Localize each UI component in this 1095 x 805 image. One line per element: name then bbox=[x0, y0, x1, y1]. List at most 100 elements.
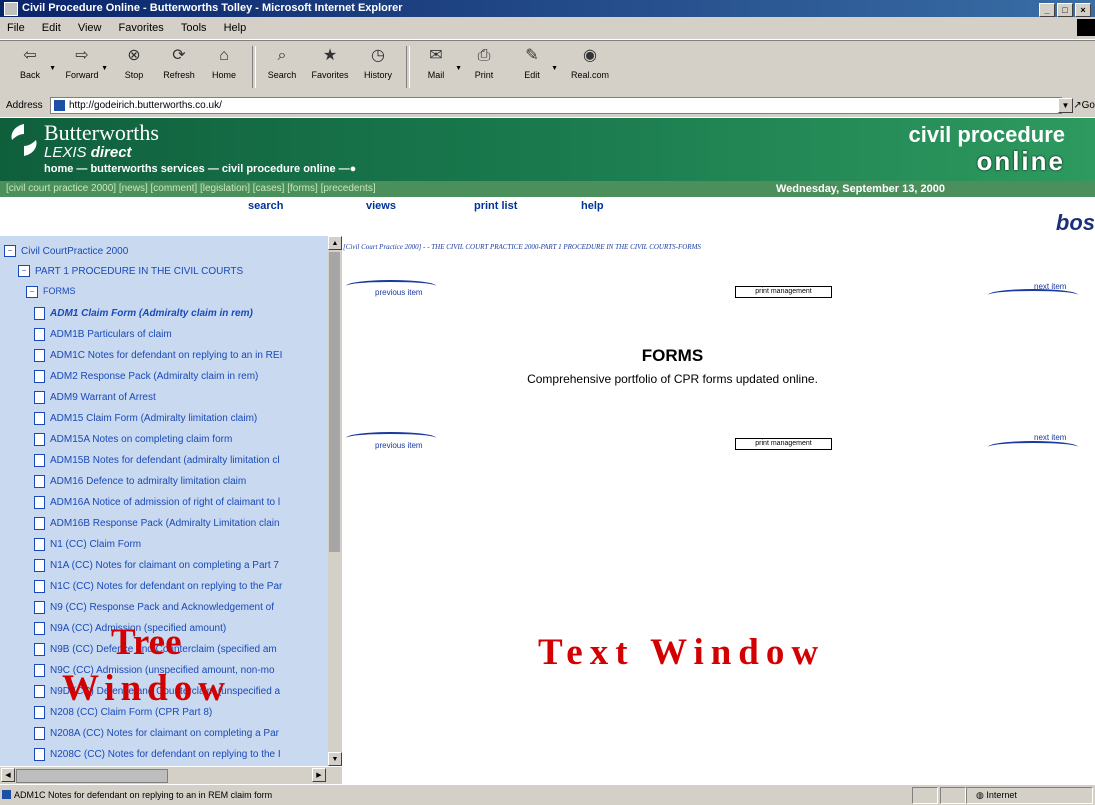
menu-help[interactable]: Help bbox=[224, 22, 247, 34]
product-title-line2: online bbox=[976, 146, 1065, 176]
tree-item-n208a[interactable]: N208A (CC) Notes for claimant on complet… bbox=[34, 724, 279, 743]
realcom-button[interactable]: ◉ Real.com bbox=[566, 45, 614, 80]
tree-horizontal-scrollbar[interactable]: ◀ ▶ bbox=[0, 767, 342, 784]
content-breadcrumb[interactable]: [Civil Court Practice 2000] - - THE CIVI… bbox=[343, 243, 701, 251]
tree-item-adm1[interactable]: ADM1 Claim Form (Admiralty claim in rem) bbox=[34, 304, 253, 323]
refresh-button[interactable]: ⟳ Refresh bbox=[155, 45, 203, 80]
lexis-direct-logo[interactable]: LEXIS direct bbox=[44, 144, 132, 161]
tree-item-civil-court-practice[interactable]: − Civil CourtPractice 2000 bbox=[4, 242, 128, 261]
document-icon bbox=[34, 558, 45, 572]
print-management-button-bottom[interactable]: print management bbox=[735, 438, 832, 450]
refresh-icon: ⟳ bbox=[172, 47, 186, 64]
page-icon bbox=[54, 100, 65, 111]
tree-item-adm16b[interactable]: ADM16B Response Pack (Admiralty Limitati… bbox=[34, 514, 280, 533]
forward-arrow-icon: ⇨ bbox=[75, 47, 89, 64]
menu-file[interactable]: File bbox=[7, 22, 25, 34]
close-button[interactable]: × bbox=[1075, 3, 1091, 17]
next-item-decoration bbox=[988, 441, 1078, 453]
document-icon bbox=[34, 390, 45, 404]
scroll-thumb[interactable] bbox=[329, 252, 340, 552]
tree-item-n208c[interactable]: N208C (CC) Notes for defendant on replyi… bbox=[34, 745, 281, 764]
menu-bar: File Edit View Favorites Tools Help bbox=[0, 17, 1095, 40]
tree-item-n1[interactable]: N1 (CC) Claim Form bbox=[34, 535, 141, 554]
breadcrumb[interactable]: home — butterworths services — civil pro… bbox=[44, 163, 356, 175]
document-icon bbox=[34, 432, 45, 446]
search-link[interactable]: search bbox=[248, 200, 283, 212]
forward-button[interactable]: ⇨ Forward ▼ bbox=[58, 45, 108, 80]
address-dropdown-button[interactable]: ▼ bbox=[1058, 98, 1073, 113]
address-bar: Address http://godeirich.butterworths.co… bbox=[0, 94, 1095, 117]
home-button[interactable]: ⌂ Home bbox=[200, 45, 248, 80]
print-management-button-top[interactable]: print management bbox=[735, 286, 832, 298]
print-list-link[interactable]: print list bbox=[474, 200, 517, 212]
menu-favorites[interactable]: Favorites bbox=[119, 22, 164, 34]
collapse-icon[interactable]: − bbox=[18, 265, 30, 278]
scroll-left-button[interactable]: ◀ bbox=[1, 768, 15, 782]
previous-item-link-top[interactable]: previous item bbox=[375, 288, 423, 297]
scroll-up-button[interactable]: ▲ bbox=[328, 236, 342, 250]
maximize-button[interactable]: □ bbox=[1057, 3, 1073, 17]
edit-icon: ✎ bbox=[525, 47, 539, 64]
menu-view[interactable]: View bbox=[78, 22, 102, 34]
document-icon bbox=[34, 306, 45, 320]
windows-logo-icon bbox=[1077, 19, 1095, 36]
back-button[interactable]: ⇦ Back ▼ bbox=[6, 45, 56, 80]
edit-button[interactable]: ✎ Edit ▼ bbox=[508, 45, 558, 80]
mail-icon: ✉ bbox=[429, 47, 443, 64]
stop-button[interactable]: ⊗ Stop bbox=[110, 45, 158, 80]
tree-item-part-1[interactable]: − PART 1 PROCEDURE IN THE CIVIL COURTS bbox=[18, 262, 243, 281]
page-subtitle: Comprehensive portfolio of CPR forms upd… bbox=[527, 372, 818, 386]
tree-item-n1a[interactable]: N1A (CC) Notes for claimant on completin… bbox=[34, 556, 279, 575]
tree-item-adm15[interactable]: ADM15 Claim Form (Admiralty limitation c… bbox=[34, 409, 257, 428]
scroll-down-button[interactable]: ▼ bbox=[328, 752, 342, 766]
status-text: ADM1C Notes for defendant on replying to… bbox=[14, 790, 273, 800]
section-nav-links[interactable]: [civil court practice 2000] [news] [comm… bbox=[6, 181, 376, 197]
document-icon bbox=[34, 726, 45, 740]
address-input[interactable]: http://godeirich.butterworths.co.uk/ bbox=[50, 97, 1062, 114]
menu-edit[interactable]: Edit bbox=[42, 22, 61, 34]
previous-item-link-bottom[interactable]: previous item bbox=[375, 441, 423, 450]
tree-item-forms[interactable]: − FORMS bbox=[26, 282, 76, 301]
next-item-link-top[interactable]: next item bbox=[1034, 282, 1066, 291]
tree-item-n1c[interactable]: N1C (CC) Notes for defendant on replying… bbox=[34, 577, 282, 596]
back-arrow-icon: ⇦ bbox=[23, 47, 37, 64]
address-url: http://godeirich.butterworths.co.uk/ bbox=[69, 100, 222, 111]
collapse-icon[interactable]: − bbox=[26, 285, 38, 298]
tree-item-adm15a[interactable]: ADM15A Notes on completing claim form bbox=[34, 430, 232, 449]
document-icon bbox=[34, 684, 45, 698]
tree-item-adm15b[interactable]: ADM15B Notes for defendant (admiralty li… bbox=[34, 451, 280, 470]
mail-button[interactable]: ✉ Mail ▼ bbox=[412, 45, 462, 80]
document-icon bbox=[34, 453, 45, 467]
tree-item-adm1b[interactable]: ADM1B Particulars of claim bbox=[34, 325, 172, 344]
document-icon bbox=[34, 579, 45, 593]
window-title: Civil Procedure Online - Butterworths To… bbox=[22, 2, 403, 14]
tree-item-adm16a[interactable]: ADM16A Notice of admission of right of c… bbox=[34, 493, 280, 512]
search-button[interactable]: ⌕ Search bbox=[258, 45, 306, 80]
tree-item-adm16[interactable]: ADM16 Defence to admiralty limitation cl… bbox=[34, 472, 246, 491]
status-bar: ADM1C Notes for defendant on replying to… bbox=[0, 784, 1095, 805]
scroll-thumb[interactable] bbox=[16, 769, 168, 783]
scroll-right-button[interactable]: ▶ bbox=[312, 768, 326, 782]
tree-item-adm9[interactable]: ADM9 Warrant of Arrest bbox=[34, 388, 156, 407]
print-button[interactable]: ⎙ Print bbox=[460, 45, 508, 80]
tree-vertical-scrollbar[interactable]: ▲ ▼ bbox=[328, 236, 342, 766]
print-icon: ⎙ bbox=[477, 47, 491, 64]
history-button[interactable]: ◷ History bbox=[354, 45, 402, 80]
help-link[interactable]: help bbox=[581, 200, 604, 212]
butterworths-logo-icon bbox=[11, 124, 37, 156]
home-icon: ⌂ bbox=[219, 47, 229, 64]
favorites-button[interactable]: ★ Favorites bbox=[306, 45, 354, 80]
minimize-button[interactable]: _ bbox=[1039, 3, 1055, 17]
next-item-link-bottom[interactable]: next item bbox=[1034, 433, 1066, 442]
views-link[interactable]: views bbox=[366, 200, 396, 212]
status-pane bbox=[940, 787, 966, 804]
realcom-icon: ◉ bbox=[583, 47, 597, 64]
tree-item-n9[interactable]: N9 (CC) Response Pack and Acknowledgemen… bbox=[34, 598, 274, 617]
collapse-icon[interactable]: − bbox=[4, 245, 16, 258]
document-icon bbox=[34, 642, 45, 656]
go-button[interactable]: ↗Go bbox=[1073, 94, 1095, 117]
address-label: Address bbox=[6, 100, 43, 111]
document-icon bbox=[34, 705, 45, 719]
stop-icon: ⊗ bbox=[127, 47, 141, 64]
menu-tools[interactable]: Tools bbox=[181, 22, 207, 34]
